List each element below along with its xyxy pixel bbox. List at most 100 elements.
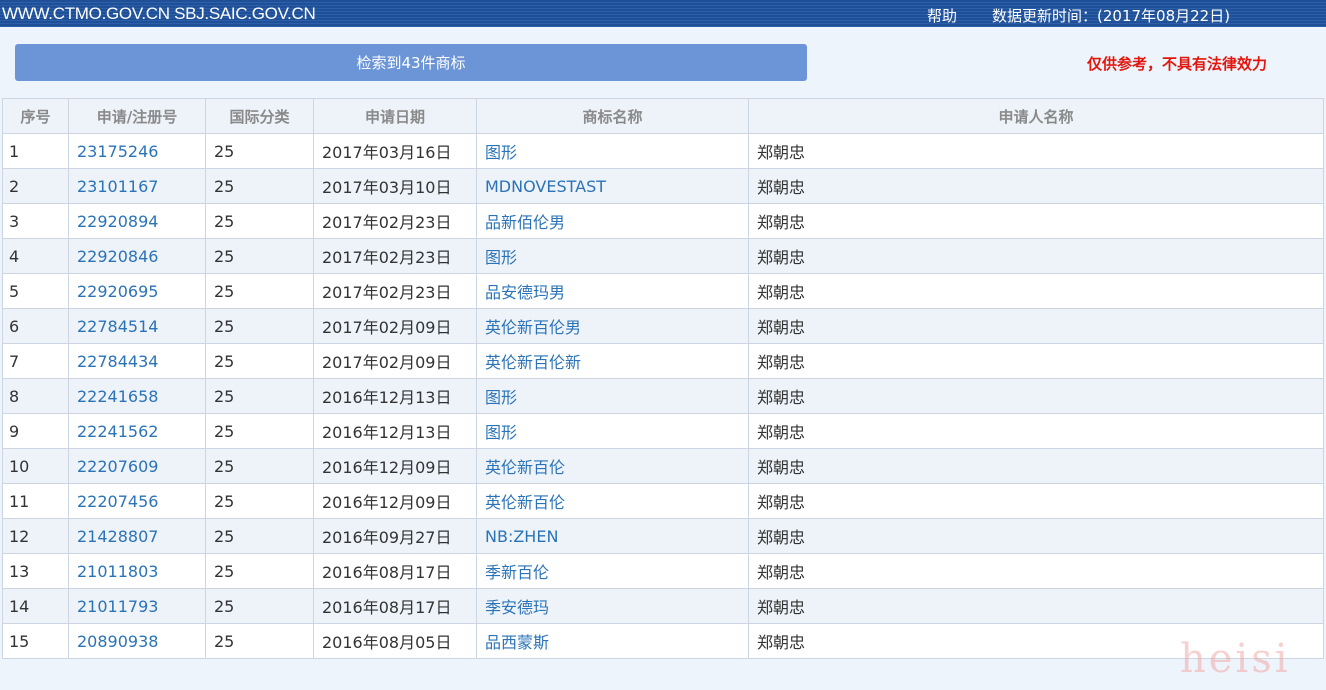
table-row: 1 23175246 25 2017年03月16日 图形 郑朝忠 [2,133,1324,169]
cell-intl-class: 25 [205,483,314,519]
cell-mark-name-link[interactable]: NB:ZHEN [476,518,749,554]
cell-reg-no-link[interactable]: 23101167 [68,168,206,204]
cell-reg-no-link[interactable]: 22241562 [68,413,206,449]
cell-seq: 1 [2,133,69,169]
table-row: 14 21011793 25 2016年08月17日 季安德玛 郑朝忠 [2,588,1324,624]
col-header-applicant: 申请人名称 [748,98,1324,134]
cell-seq: 10 [2,448,69,484]
cell-mark-name-link[interactable]: 英伦新百伦 [476,483,749,519]
cell-app-date: 2016年12月09日 [313,483,477,519]
cell-applicant: 郑朝忠 [748,203,1324,239]
cell-reg-no-link[interactable]: 21011803 [68,553,206,589]
table-row: 13 21011803 25 2016年08月17日 季新百伦 郑朝忠 [2,553,1324,589]
cell-seq: 9 [2,413,69,449]
table-row: 4 22920846 25 2017年02月23日 图形 郑朝忠 [2,238,1324,274]
result-count-bar[interactable]: 检索到43件商标 [15,44,807,81]
cell-app-date: 2017年02月09日 [313,343,477,379]
cell-applicant: 郑朝忠 [748,273,1324,309]
cell-app-date: 2017年02月09日 [313,308,477,344]
cell-seq: 6 [2,308,69,344]
cell-seq: 5 [2,273,69,309]
cell-seq: 3 [2,203,69,239]
cell-mark-name-link[interactable]: 图形 [476,413,749,449]
cell-intl-class: 25 [205,588,314,624]
cell-reg-no-link[interactable]: 22920695 [68,273,206,309]
cell-intl-class: 25 [205,378,314,414]
cell-reg-no-link[interactable]: 22207609 [68,448,206,484]
cell-mark-name-link[interactable]: 图形 [476,133,749,169]
col-header-seq: 序号 [2,98,69,134]
cell-mark-name-link[interactable]: 英伦新百伦新 [476,343,749,379]
data-update-time: 数据更新时间：(2017年08月22日) [992,7,1231,25]
cell-mark-name-link[interactable]: 英伦新百伦 [476,448,749,484]
cell-seq: 8 [2,378,69,414]
cell-reg-no-link[interactable]: 22241658 [68,378,206,414]
cell-reg-no-link[interactable]: 21011793 [68,588,206,624]
table-row: 15 20890938 25 2016年08月05日 品西蒙斯 郑朝忠 [2,623,1324,659]
top-header-bar: WWW.CTMO.GOV.CN SBJ.SAIC.GOV.CN 帮助 数据更新时… [0,0,1326,27]
cell-app-date: 2017年02月23日 [313,273,477,309]
cell-seq: 11 [2,483,69,519]
cell-reg-no-link[interactable]: 20890938 [68,623,206,659]
cell-mark-name-link[interactable]: 品安德玛男 [476,273,749,309]
cell-reg-no-link[interactable]: 22920846 [68,238,206,274]
cell-reg-no-link[interactable]: 23175246 [68,133,206,169]
cell-applicant: 郑朝忠 [748,308,1324,344]
cell-applicant: 郑朝忠 [748,553,1324,589]
cell-seq: 7 [2,343,69,379]
cell-intl-class: 25 [205,308,314,344]
table-row: 7 22784434 25 2017年02月09日 英伦新百伦新 郑朝忠 [2,343,1324,379]
cell-seq: 12 [2,518,69,554]
help-link[interactable]: 帮助 [927,5,957,26]
table-row: 12 21428807 25 2016年09月27日 NB:ZHEN 郑朝忠 [2,518,1324,554]
cell-intl-class: 25 [205,273,314,309]
cell-mark-name-link[interactable]: MDNOVESTAST [476,168,749,204]
col-header-intl-class: 国际分类 [205,98,314,134]
cell-applicant: 郑朝忠 [748,448,1324,484]
table-row: 2 23101167 25 2017年03月10日 MDNOVESTAST 郑朝忠 [2,168,1324,204]
cell-seq: 13 [2,553,69,589]
cell-intl-class: 25 [205,168,314,204]
cell-mark-name-link[interactable]: 品新佰伦男 [476,203,749,239]
cell-reg-no-link[interactable]: 22784434 [68,343,206,379]
cell-applicant: 郑朝忠 [748,238,1324,274]
cell-mark-name-link[interactable]: 图形 [476,238,749,274]
cell-applicant: 郑朝忠 [748,343,1324,379]
cell-app-date: 2016年08月17日 [313,588,477,624]
site-url: WWW.CTMO.GOV.CN SBJ.SAIC.GOV.CN [2,4,316,23]
table-row: 10 22207609 25 2016年12月09日 英伦新百伦 郑朝忠 [2,448,1324,484]
cell-intl-class: 25 [205,203,314,239]
cell-intl-class: 25 [205,553,314,589]
table-row: 11 22207456 25 2016年12月09日 英伦新百伦 郑朝忠 [2,483,1324,519]
cell-app-date: 2016年12月09日 [313,448,477,484]
col-header-mark-name: 商标名称 [476,98,749,134]
table-row: 6 22784514 25 2017年02月09日 英伦新百伦男 郑朝忠 [2,308,1324,344]
cell-app-date: 2017年03月10日 [313,168,477,204]
table-header-row: 序号 申请/注册号 国际分类 申请日期 商标名称 申请人名称 [2,98,1324,134]
cell-intl-class: 25 [205,133,314,169]
table-row: 3 22920894 25 2017年02月23日 品新佰伦男 郑朝忠 [2,203,1324,239]
cell-applicant: 郑朝忠 [748,413,1324,449]
cell-mark-name-link[interactable]: 季安德玛 [476,588,749,624]
cell-reg-no-link[interactable]: 22784514 [68,308,206,344]
cell-reg-no-link[interactable]: 22207456 [68,483,206,519]
cell-mark-name-link[interactable]: 季新百伦 [476,553,749,589]
cell-app-date: 2016年08月05日 [313,623,477,659]
cell-intl-class: 25 [205,413,314,449]
table-row: 9 22241562 25 2016年12月13日 图形 郑朝忠 [2,413,1324,449]
col-header-reg-no: 申请/注册号 [68,98,206,134]
cell-app-date: 2016年08月17日 [313,553,477,589]
cell-reg-no-link[interactable]: 21428807 [68,518,206,554]
cell-mark-name-link[interactable]: 英伦新百伦男 [476,308,749,344]
trademark-results-table: 序号 申请/注册号 国际分类 申请日期 商标名称 申请人名称 1 23175246… [2,98,1324,659]
disclaimer-text: 仅供参考，不具有法律效力 [1087,55,1268,73]
cell-app-date: 2016年12月13日 [313,413,477,449]
cell-app-date: 2016年09月27日 [313,518,477,554]
cell-intl-class: 25 [205,623,314,659]
cell-applicant: 郑朝忠 [748,588,1324,624]
cell-mark-name-link[interactable]: 图形 [476,378,749,414]
cell-reg-no-link[interactable]: 22920894 [68,203,206,239]
cell-seq: 4 [2,238,69,274]
cell-mark-name-link[interactable]: 品西蒙斯 [476,623,749,659]
table-row: 8 22241658 25 2016年12月13日 图形 郑朝忠 [2,378,1324,414]
